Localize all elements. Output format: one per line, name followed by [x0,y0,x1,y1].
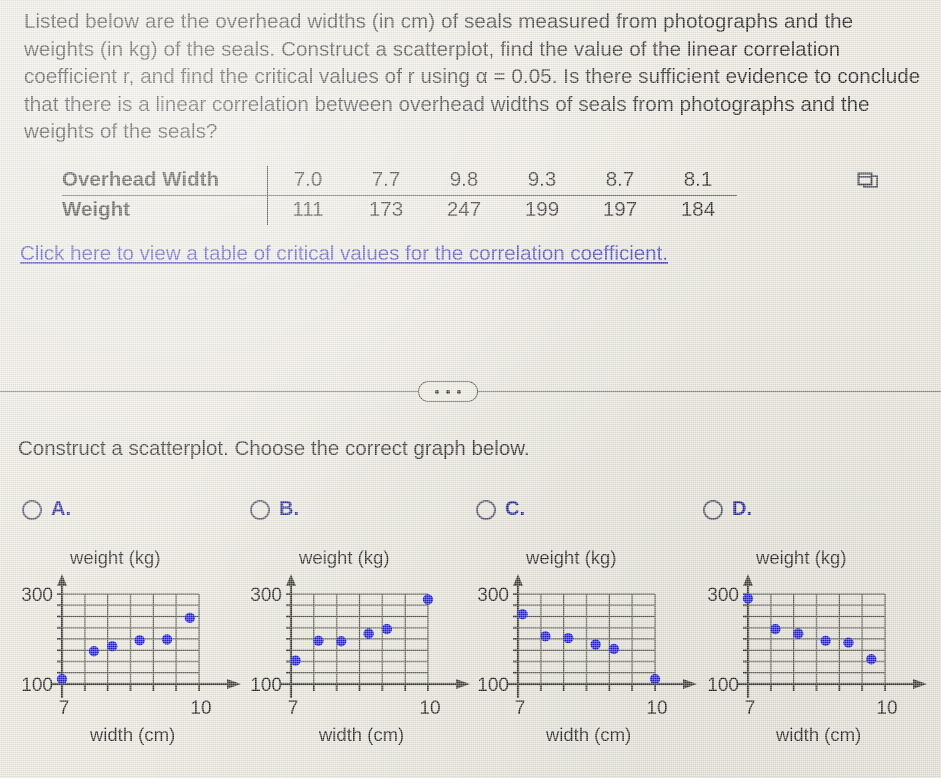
svg-text:weight (kg): weight (kg) [69,547,160,568]
copy-window-icon[interactable] [857,172,879,192]
weight-cell: 184 [680,198,716,221]
svg-text:300: 300 [477,585,509,606]
radio-button-c[interactable] [476,499,496,520]
weight-cell: 247 [446,198,482,221]
svg-text:weight (kg): weight (kg) [525,547,616,568]
table-row: Weight 111 173 247 199 197 184 [62,195,737,225]
choice-label-a: A. [51,498,71,520]
table-row: Overhead Width 7.0 7.7 9.8 9.3 8.7 8.1 [62,166,737,196]
seal-data-table: Overhead Width 7.0 7.7 9.8 9.3 8.7 8.1 W… [62,166,737,225]
svg-text:weight (kg): weight (kg) [755,547,846,568]
choice-label-c: C. [505,498,525,520]
choice-label-d: D. [732,498,752,520]
choice-label-b: B. [279,498,299,520]
svg-text:100: 100 [477,675,509,696]
choice-a[interactable]: A. [22,498,71,521]
critical-values-link[interactable]: Click here to view a table of critical v… [20,242,668,266]
width-cell: 8.7 [581,166,659,196]
choice-c[interactable]: C. [476,498,525,521]
svg-text:width (cm): width (cm) [89,724,175,745]
width-cell: 9.3 [503,166,581,196]
width-cell: 9.8 [425,166,503,196]
svg-text:7: 7 [515,698,526,719]
svg-text:7: 7 [288,698,299,719]
problem-statement: Listed below are the overhead widths (in… [24,10,921,143]
width-cell: 7.0 [269,166,347,196]
svg-text:300: 300 [21,585,53,606]
choice-b[interactable]: B. [250,498,299,521]
section-divider [0,381,941,403]
radio-button-d[interactable] [703,499,723,520]
svg-text:10: 10 [876,698,897,719]
weight-cell: 173 [368,198,404,221]
sub-question-text: Construct a scatterplot. Choose the corr… [18,437,530,460]
weight-cell: 111 [292,198,324,221]
width-cell: 8.1 [659,166,737,196]
svg-text:width (cm): width (cm) [318,724,404,745]
weight-cell: 199 [524,198,560,221]
svg-text:300: 300 [707,585,739,606]
width-cell: 7.7 [347,166,425,196]
svg-text:10: 10 [190,698,211,719]
choice-d[interactable]: D. [703,498,752,521]
scatterplot-d[interactable]: 300 100 7 10 weight (kg) width (cm) [700,536,932,778]
ellipsis-dots-icon[interactable] [418,381,478,402]
row-label-overhead-width: Overhead Width [62,166,267,196]
svg-text:width (cm): width (cm) [775,724,861,745]
svg-text:100: 100 [21,675,53,696]
svg-text:weight (kg): weight (kg) [298,547,389,568]
svg-text:300: 300 [250,585,282,606]
row-label-weight: Weight [62,198,130,221]
svg-text:10: 10 [646,698,667,719]
scatterplot-c[interactable]: 300 100 7 10 weight (kg) width (cm) [470,536,702,778]
scatterplot-a[interactable]: 300 100 7 10 weight (kg) width (cm) [14,536,246,778]
svg-text:100: 100 [707,675,739,696]
svg-text:7: 7 [59,698,70,719]
svg-text:7: 7 [745,698,756,719]
weight-cell: 197 [602,198,638,221]
radio-button-b[interactable] [250,499,270,520]
scatterplot-b[interactable]: 300 100 7 10 weight (kg) width (cm) [243,536,475,778]
svg-text:10: 10 [419,698,440,719]
svg-text:width (cm): width (cm) [545,724,631,745]
radio-button-a[interactable] [22,499,42,520]
svg-text:100: 100 [250,675,282,696]
